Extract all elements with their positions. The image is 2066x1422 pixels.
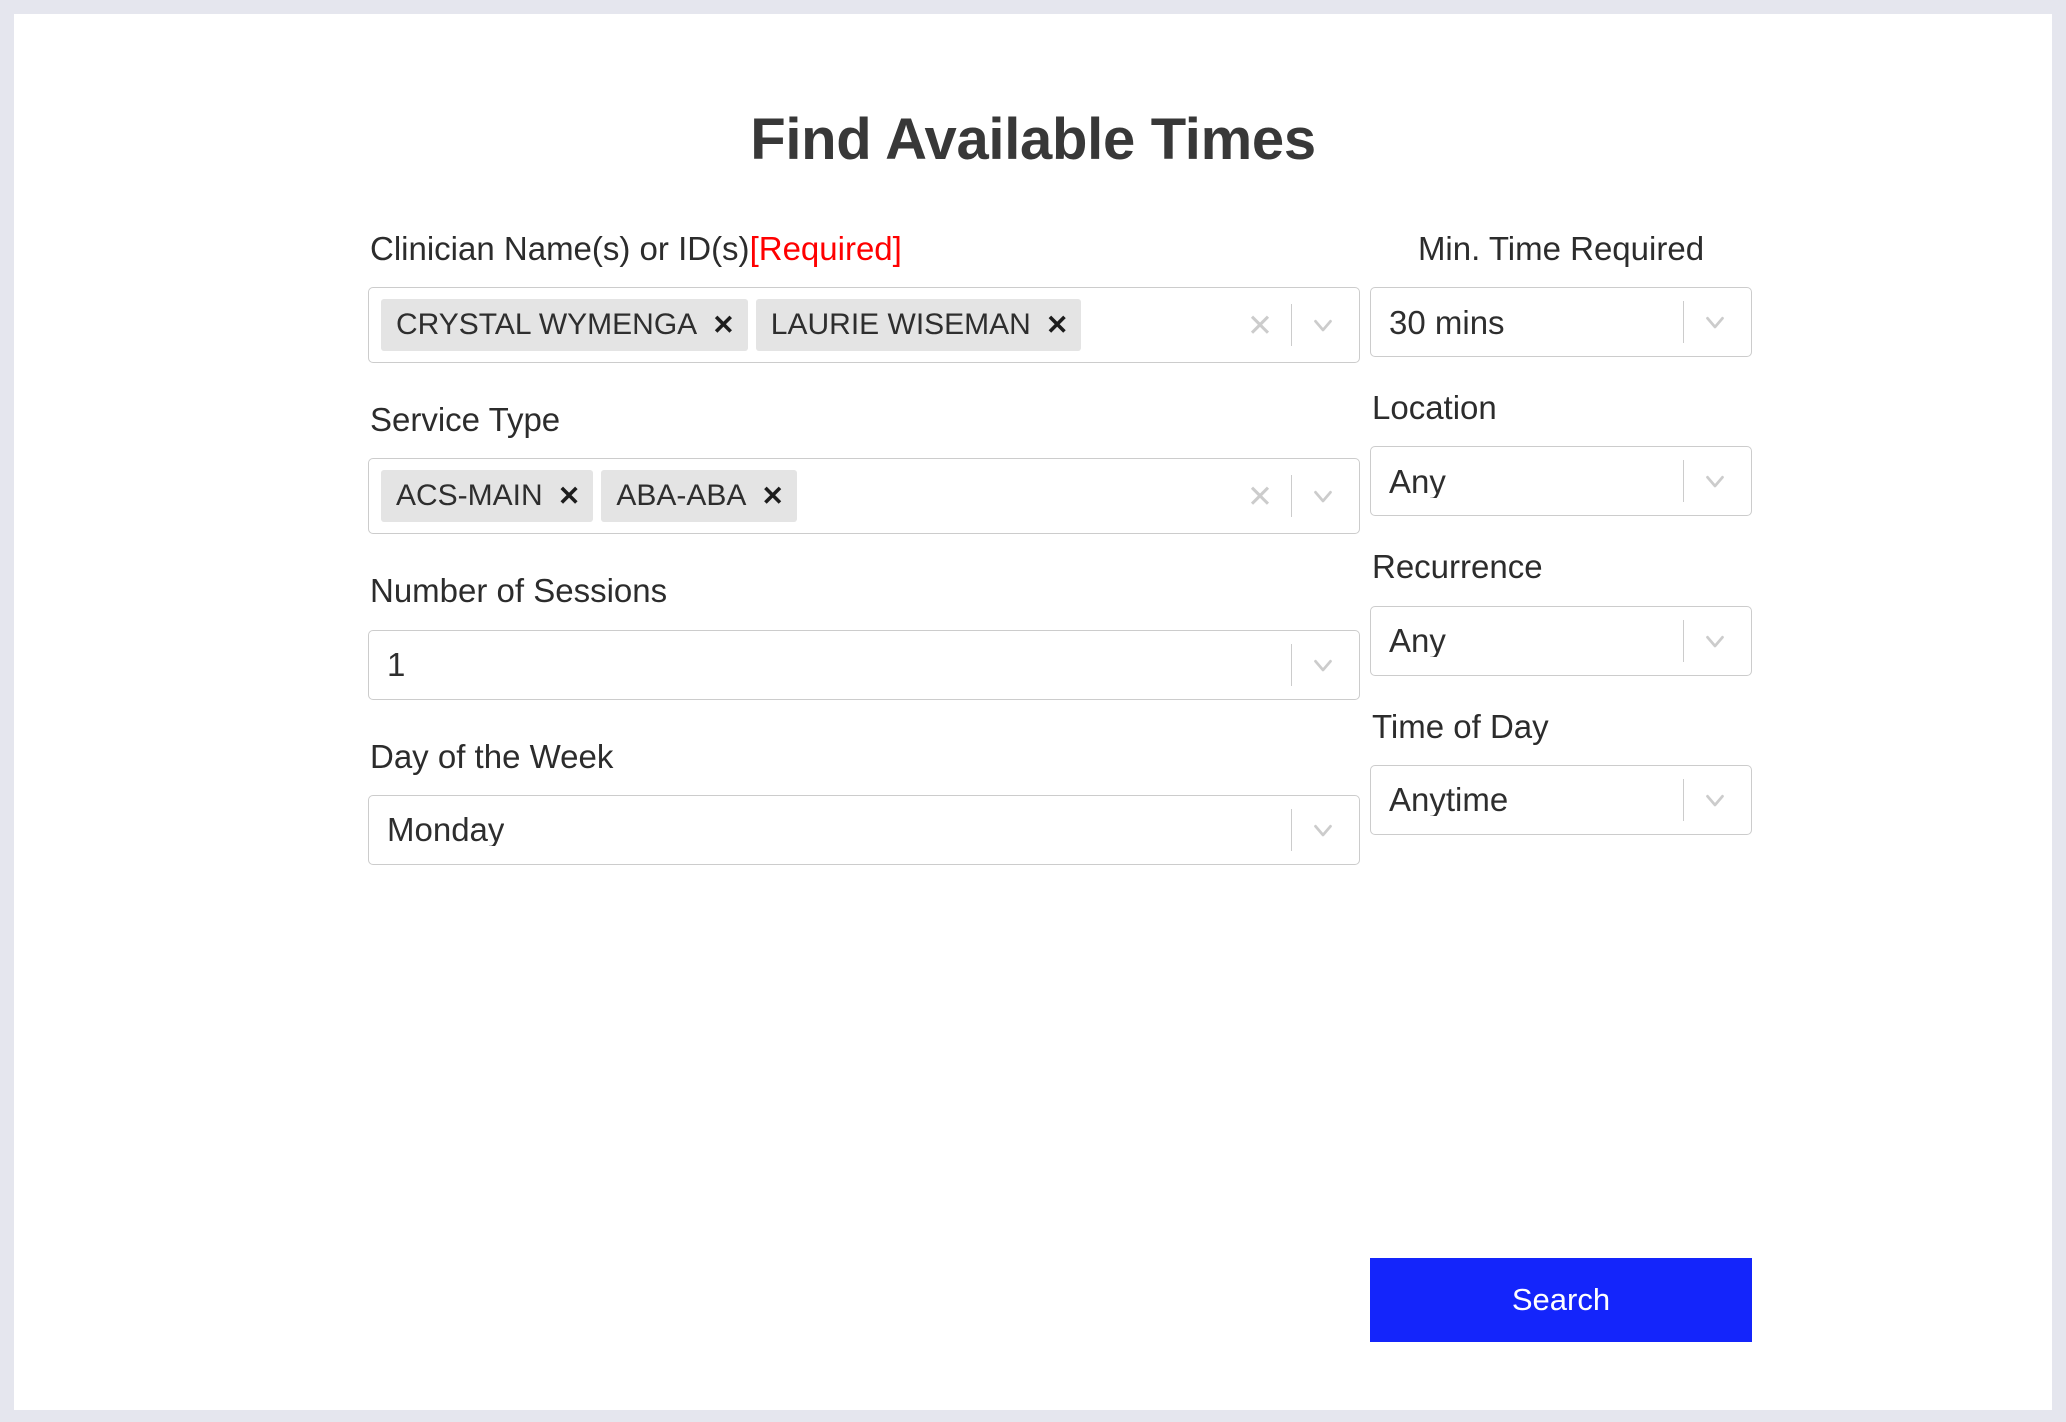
search-button[interactable]: Search: [1370, 1258, 1752, 1342]
number-of-sessions-label: Number of Sessions: [370, 572, 668, 610]
indicator-divider: [1683, 778, 1684, 821]
number-of-sessions-indicators: [1282, 631, 1345, 699]
number-of-sessions-select[interactable]: 1: [368, 629, 1360, 700]
tag-chip[interactable]: ACS-MAIN ✕: [381, 470, 594, 523]
service-type-label: Service Type: [370, 401, 561, 439]
day-of-week-label: Day of the Week: [370, 737, 614, 775]
indicator-divider: [1291, 808, 1292, 851]
indicator-divider: [1291, 475, 1292, 518]
clinician-multiselect[interactable]: CRYSTAL WYMENGA ✕ LAURIE WISEMAN ✕ ✕: [368, 287, 1360, 364]
tag-chip[interactable]: LAURIE WISEMAN ✕: [755, 299, 1082, 352]
field-number-of-sessions: Number of Sessions 1: [368, 570, 1360, 700]
location-value: Any: [1389, 464, 1446, 498]
page-title: Find Available Times: [750, 107, 1316, 172]
chip-label: ABA-ABA: [616, 479, 747, 513]
time-of-day-indicators: [1674, 766, 1737, 834]
min-time-required-indicators: [1674, 288, 1737, 356]
recurrence-select[interactable]: Any: [1370, 605, 1752, 676]
chip-label: CRYSTAL WYMENGA: [396, 308, 698, 342]
left-column: Clinician Name(s) or ID(s)[Required] CRY…: [368, 228, 1360, 901]
service-type-multiselect[interactable]: ACS-MAIN ✕ ABA-ABA ✕ ✕: [368, 458, 1360, 535]
chip-label: LAURIE WISEMAN: [770, 308, 1031, 342]
recurrence-indicators: [1674, 607, 1737, 675]
clear-all-icon[interactable]: ✕: [1238, 310, 1282, 341]
number-of-sessions-value: 1: [387, 648, 406, 682]
chevron-down-icon[interactable]: [1301, 815, 1345, 845]
time-of-day-value: Anytime: [1389, 783, 1509, 817]
min-time-required-value: 30 mins: [1389, 305, 1505, 339]
clear-all-icon[interactable]: ✕: [1238, 481, 1282, 512]
clinician-indicators: ✕: [1238, 288, 1345, 362]
field-service-type: Service Type ACS-MAIN ✕ ABA-ABA ✕ ✕: [368, 399, 1360, 535]
day-of-week-indicators: [1282, 796, 1345, 864]
indicator-divider: [1291, 304, 1292, 347]
chip-label: ACS-MAIN: [396, 479, 543, 513]
tag-chip[interactable]: CRYSTAL WYMENGA ✕: [381, 299, 748, 352]
times-icon[interactable]: ✕: [761, 482, 784, 510]
indicator-divider: [1291, 643, 1292, 686]
field-min-time-required: Min. Time Required 30 mins: [1370, 228, 1752, 358]
field-time-of-day: Time of Day Anytime: [1370, 706, 1752, 835]
chevron-down-icon[interactable]: [1301, 310, 1345, 340]
tag-chip[interactable]: ABA-ABA ✕: [601, 470, 797, 523]
time-of-day-label: Time of Day: [1372, 707, 1549, 745]
location-indicators: [1674, 447, 1737, 515]
clinician-label-text: Clinician Name(s) or ID(s): [370, 230, 750, 267]
clinician-required-badge: [Required]: [749, 230, 902, 267]
form-card: Find Available Times Clinician Name(s) o…: [14, 14, 2052, 1410]
field-recurrence: Recurrence Any: [1370, 546, 1752, 676]
clinician-label: Clinician Name(s) or ID(s)[Required]: [370, 228, 1360, 270]
service-type-indicators: ✕: [1238, 459, 1345, 533]
min-time-required-label: Min. Time Required: [1417, 230, 1705, 267]
field-day-of-week: Day of the Week Monday: [368, 736, 1360, 865]
chevron-down-icon[interactable]: [1301, 481, 1345, 511]
chevron-down-icon[interactable]: [1693, 307, 1737, 337]
indicator-divider: [1683, 619, 1684, 662]
recurrence-value: Any: [1389, 624, 1446, 658]
times-icon[interactable]: ✕: [712, 311, 735, 339]
day-of-week-select[interactable]: Monday: [368, 794, 1360, 865]
field-clinician: Clinician Name(s) or ID(s)[Required] CRY…: [368, 228, 1360, 364]
chevron-down-icon[interactable]: [1693, 626, 1737, 656]
recurrence-label: Recurrence: [1372, 548, 1543, 586]
chevron-down-icon[interactable]: [1693, 785, 1737, 815]
location-select[interactable]: Any: [1370, 446, 1752, 517]
day-of-week-value: Monday: [387, 813, 505, 847]
time-of-day-select[interactable]: Anytime: [1370, 764, 1752, 835]
indicator-divider: [1683, 460, 1684, 503]
chevron-down-icon[interactable]: [1301, 650, 1345, 680]
times-icon[interactable]: ✕: [1046, 311, 1069, 339]
chevron-down-icon[interactable]: [1693, 466, 1737, 496]
location-label: Location: [1372, 389, 1497, 427]
right-column: Min. Time Required 30 mins Location Any: [1370, 228, 1752, 871]
times-icon[interactable]: ✕: [558, 482, 581, 510]
indicator-divider: [1683, 301, 1684, 344]
field-location: Location Any: [1370, 387, 1752, 517]
min-time-required-select[interactable]: 30 mins: [1370, 287, 1752, 358]
